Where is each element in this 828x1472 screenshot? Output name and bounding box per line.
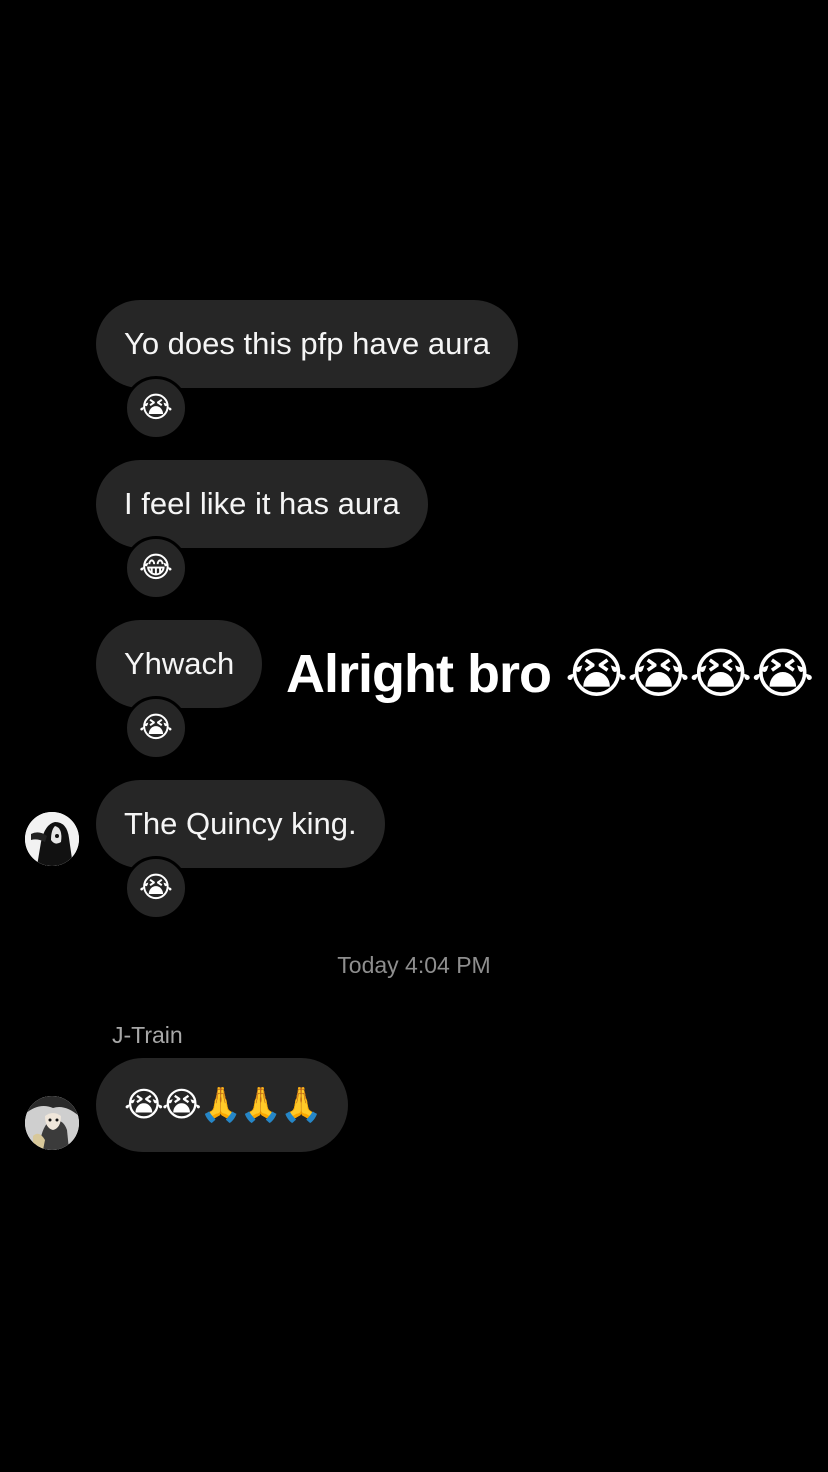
message-text: 😭😭🙏🙏🙏 — [124, 1086, 322, 1124]
reply-avatar-icon[interactable] — [25, 1096, 79, 1150]
timestamp: Today 4:04 PM — [337, 952, 491, 978]
reaction-crying-face-icon[interactable]: 😭 — [124, 856, 188, 920]
message-text: The Quincy king. — [124, 806, 357, 841]
sender-name: J-Train — [112, 1022, 183, 1048]
overlay-caption: Alright bro 😭😭😭😭 — [286, 644, 814, 704]
sender-avatar-icon[interactable] — [25, 812, 79, 866]
message-bubble-2[interactable]: I feel like it has aura — [96, 460, 428, 548]
message-bubble-3[interactable]: Yhwach — [96, 620, 263, 708]
message-bubble-1[interactable]: Yo does this pfp have aura — [96, 300, 518, 388]
message-text: Yo does this pfp have aura — [124, 326, 490, 361]
reaction-crying-face-icon[interactable]: 😭 — [124, 376, 188, 440]
reaction-laughing-face-icon[interactable]: 😂 — [124, 536, 188, 600]
message-bubble-4[interactable]: The Quincy king. — [96, 780, 385, 868]
reaction-crying-face-icon[interactable]: 😭 — [124, 696, 188, 760]
message-text: I feel like it has aura — [124, 486, 400, 521]
reply-message-bubble[interactable]: 😭😭🙏🙏🙏 — [96, 1058, 349, 1152]
message-text: Yhwach — [124, 646, 235, 681]
